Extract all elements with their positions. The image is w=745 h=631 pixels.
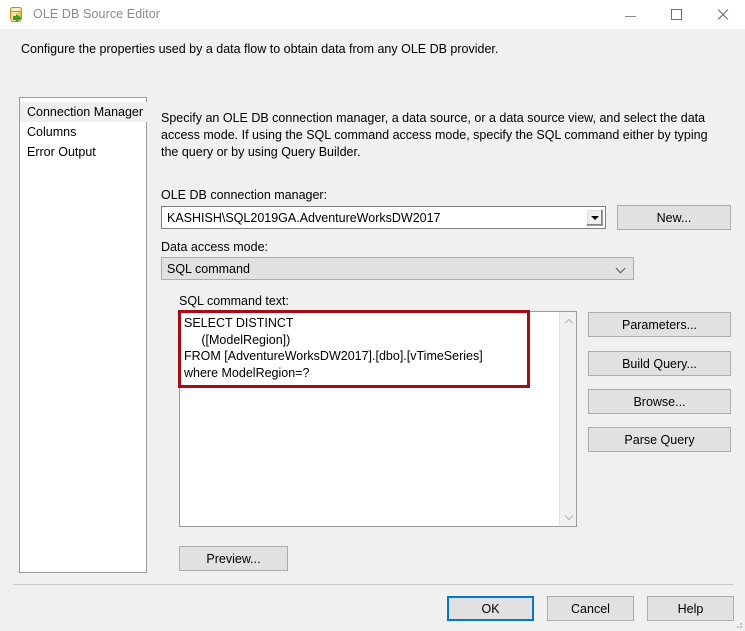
connection-manager-label: OLE DB connection manager: xyxy=(161,188,327,202)
connection-manager-dropdown-button[interactable] xyxy=(586,209,603,226)
build-query-button[interactable]: Build Query... xyxy=(588,351,731,376)
chevron-down-icon xyxy=(565,513,573,521)
sidebar-item-connection-manager[interactable]: Connection Manager xyxy=(20,102,147,122)
instructions-text: Specify an OLE DB connection manager, a … xyxy=(161,110,726,161)
page-list[interactable]: Connection Manager Columns Error Output xyxy=(19,97,147,573)
window-title: OLE DB Source Editor xyxy=(33,7,160,21)
cancel-button[interactable]: Cancel xyxy=(547,596,634,621)
scroll-down-button[interactable] xyxy=(560,508,577,525)
sidebar-item-columns[interactable]: Columns xyxy=(20,122,146,142)
maximize-button[interactable] xyxy=(653,0,699,29)
chevron-up-icon xyxy=(565,318,573,326)
sql-command-text-value: SELECT DISTINCT ([ModelRegion]) FROM [Ad… xyxy=(184,315,544,381)
resize-grip[interactable] xyxy=(733,619,743,629)
ok-button[interactable]: OK xyxy=(447,596,534,621)
sql-textarea-scrollbar[interactable] xyxy=(559,312,576,526)
sidebar-item-error-output[interactable]: Error Output xyxy=(20,142,146,162)
parse-query-button[interactable]: Parse Query xyxy=(588,427,731,452)
help-button[interactable]: Help xyxy=(647,596,734,621)
minimize-icon xyxy=(625,16,636,17)
sql-command-textarea[interactable]: SELECT DISTINCT ([ModelRegion]) FROM [Ad… xyxy=(179,311,577,527)
preview-button[interactable]: Preview... xyxy=(179,546,288,571)
ole-db-source-editor-dialog: OLE DB Source Editor Configure the prope… xyxy=(0,0,745,631)
parameters-button[interactable]: Parameters... xyxy=(588,312,731,337)
chevron-down-icon xyxy=(616,264,625,273)
connection-manager-combobox[interactable]: KASHISH\SQL2019GA.AdventureWorksDW2017 xyxy=(161,206,606,229)
sql-command-text-label: SQL command text: xyxy=(179,294,289,308)
minimize-button[interactable] xyxy=(607,0,653,29)
connection-manager-value: KASHISH\SQL2019GA.AdventureWorksDW2017 xyxy=(162,211,441,225)
data-access-mode-value: SQL command xyxy=(162,262,250,276)
close-icon xyxy=(716,8,729,21)
dialog-description: Configure the properties used by a data … xyxy=(21,42,721,56)
footer-divider xyxy=(13,584,733,585)
scroll-up-button[interactable] xyxy=(560,313,577,330)
triangle-down-icon xyxy=(591,216,599,220)
maximize-icon xyxy=(671,9,682,20)
new-connection-button[interactable]: New... xyxy=(617,205,731,230)
title-bar: OLE DB Source Editor xyxy=(0,0,745,29)
ole-db-source-icon xyxy=(9,6,26,23)
data-access-mode-combobox[interactable]: SQL command xyxy=(161,257,634,280)
data-access-mode-label: Data access mode: xyxy=(161,240,268,254)
browse-button[interactable]: Browse... xyxy=(588,389,731,414)
close-button[interactable] xyxy=(699,0,745,29)
